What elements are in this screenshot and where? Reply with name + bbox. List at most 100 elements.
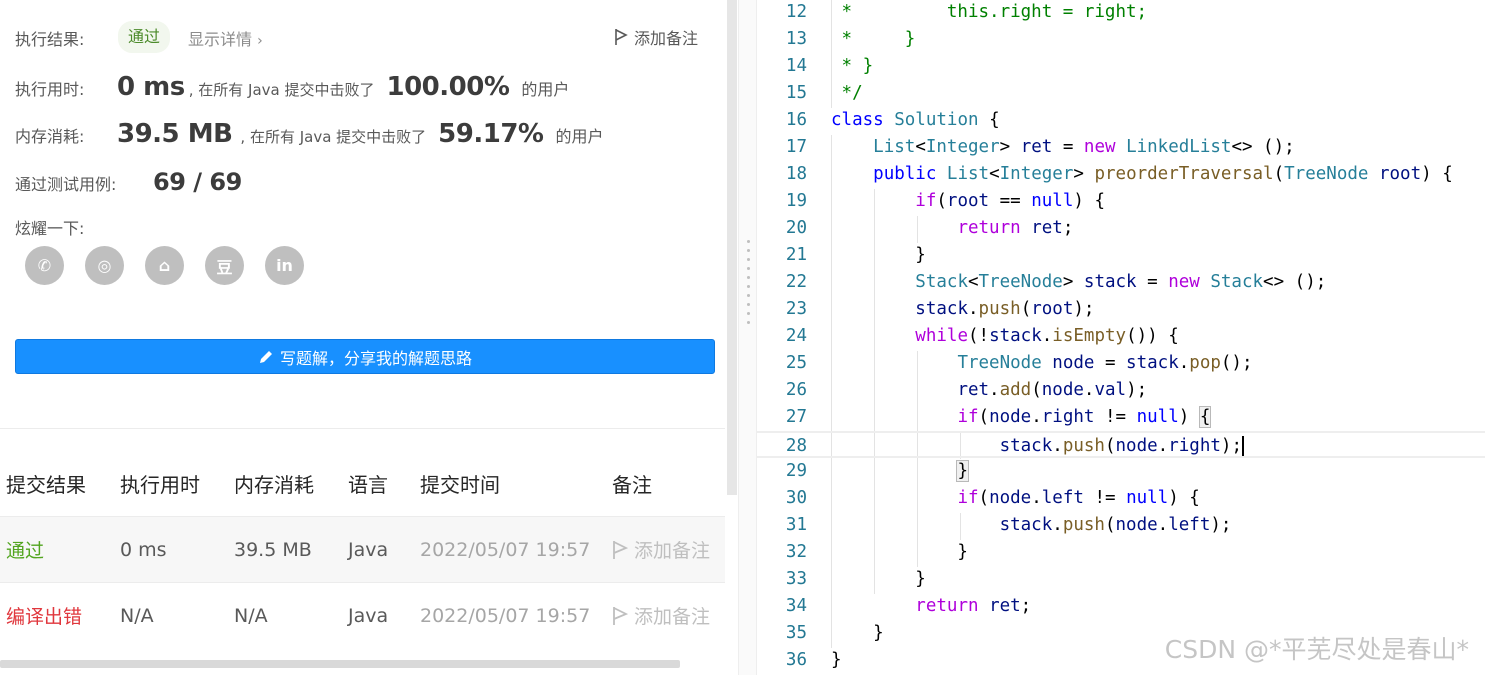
watermark: CSDN @*平芜尽处是春山* xyxy=(1164,635,1469,664)
line-number: 28 xyxy=(785,436,807,456)
row-language: Java xyxy=(348,538,389,561)
line-number: 31 xyxy=(785,515,807,535)
line-text: } xyxy=(831,623,884,643)
row-runtime: N/A xyxy=(120,604,154,627)
table-row[interactable]: 编译出错 N/A N/A Java 2022/05/07 19:57 添加备注 xyxy=(0,582,725,648)
code-line: 13 * } xyxy=(757,26,1485,53)
flag-icon xyxy=(613,606,628,625)
linkedin-icon[interactable]: in xyxy=(265,246,304,285)
douban-icon[interactable]: 豆 xyxy=(205,246,244,285)
header-language: 语言 xyxy=(348,472,388,497)
line-text: } xyxy=(831,650,842,670)
row-status-link[interactable]: 通过 xyxy=(6,517,44,582)
line-text: * this.right = right; xyxy=(831,2,1148,22)
line-text: public List<Integer> preorderTraversal(T… xyxy=(873,164,1453,184)
runtime-desc: , 在所有 Java 提交中击败了 xyxy=(188,81,375,99)
share-buttons: ✆ ◎ ⌂ 豆 in xyxy=(25,246,304,285)
table-row[interactable]: 通过 0 ms 39.5 MB Java 2022/05/07 19:57 添加… xyxy=(0,516,725,582)
code-line: 14 * } xyxy=(757,53,1485,80)
line-number: 13 xyxy=(785,29,807,49)
line-number: 29 xyxy=(785,461,807,481)
line-text: class Solution { xyxy=(831,110,1000,130)
header-submit-time: 提交时间 xyxy=(420,472,500,497)
row-add-note-label: 添加备注 xyxy=(634,606,711,628)
line-number: 24 xyxy=(785,326,807,346)
line-number: 22 xyxy=(785,272,807,292)
code-line: 29 } xyxy=(757,458,1485,485)
share-row-label: 炫耀一下: xyxy=(15,215,84,239)
line-text: * } xyxy=(831,29,916,49)
line-text: return ret; xyxy=(915,596,1032,616)
runtime-percentile: 100.00% xyxy=(386,72,510,102)
code-line: 19 if(root == null) { xyxy=(757,188,1485,215)
code-line: 15 */ xyxy=(757,80,1485,107)
line-number: 20 xyxy=(785,218,807,238)
show-details-label: 显示详情 xyxy=(188,30,253,49)
panel-splitter[interactable] xyxy=(738,0,757,675)
line-text: TreeNode node = stack.pop(); xyxy=(957,353,1253,373)
line-number: 15 xyxy=(785,83,807,103)
code-editor[interactable]: 12 * this.right = right; 13 * } 14 * } 1… xyxy=(757,0,1485,675)
horizontal-scrollbar[interactable] xyxy=(0,660,680,668)
weibo-icon[interactable]: ◎ xyxy=(85,246,124,285)
code-line: 25 TreeNode node = stack.pop(); xyxy=(757,350,1485,377)
wechat-icon[interactable]: ✆ xyxy=(25,246,64,285)
line-number: 34 xyxy=(785,596,807,616)
row-submit-time: 2022/05/07 19:57 xyxy=(420,538,591,561)
submissions-table: 提交结果 执行用时 内存消耗 语言 提交时间 备注 通过 0 ms 39.5 M… xyxy=(0,450,725,648)
line-text: } xyxy=(831,542,968,562)
memory-row: 内存消耗: 39.5 MB , 在所有 Java 提交中击败了 59.17% 的… xyxy=(15,119,603,149)
header-runtime: 执行用时 xyxy=(120,472,200,497)
header-memory: 内存消耗 xyxy=(234,472,314,497)
line-number: 19 xyxy=(785,191,807,211)
line-number: 32 xyxy=(785,542,807,562)
code-line: 24 while(!stack.isEmpty()) { xyxy=(757,323,1485,350)
share-label: 炫耀一下: xyxy=(15,219,85,238)
line-text: stack.push(root); xyxy=(915,299,1095,319)
write-solution-label: 写题解，分享我的解题思路 xyxy=(279,348,472,368)
qq-icon[interactable]: ⌂ xyxy=(145,246,184,285)
pencil-icon xyxy=(259,350,272,363)
line-text: return ret; xyxy=(957,218,1074,238)
status-badge: 通过 xyxy=(118,21,171,53)
row-status-link[interactable]: 编译出错 xyxy=(6,583,82,648)
row-add-note-label: 添加备注 xyxy=(634,540,711,562)
write-solution-button[interactable]: 写题解，分享我的解题思路 xyxy=(15,339,715,374)
line-number: 21 xyxy=(785,245,807,265)
line-number: 27 xyxy=(785,407,807,427)
show-details-link[interactable]: 显示详情 › xyxy=(188,26,263,50)
row-add-note-button[interactable]: 添加备注 xyxy=(612,517,710,582)
line-number: 14 xyxy=(785,56,807,76)
code-line: 12 * this.right = right; xyxy=(757,0,1485,26)
add-note-button[interactable]: 添加备注 xyxy=(614,25,698,49)
line-number: 36 xyxy=(785,650,807,670)
row-memory: N/A xyxy=(234,604,268,627)
line-number: 25 xyxy=(785,353,807,373)
memory-tail: 的用户 xyxy=(555,127,604,146)
status-row: 执行结果: xyxy=(15,26,84,50)
row-memory: 39.5 MB xyxy=(234,538,312,561)
code-line: 26 ret.add(node.val); xyxy=(757,377,1485,404)
runtime-tail: 的用户 xyxy=(521,80,570,99)
code-line: 20 return ret; xyxy=(757,215,1485,242)
row-language: Java xyxy=(348,604,389,627)
chevron-right-icon: › xyxy=(257,33,263,49)
line-number: 30 xyxy=(785,488,807,508)
line-text: * } xyxy=(831,56,874,76)
memory-label: 内存消耗: xyxy=(15,127,85,146)
line-text: if(root == null) { xyxy=(915,191,1105,211)
line-text: ret.add(node.val); xyxy=(957,380,1148,400)
add-note-label: 添加备注 xyxy=(633,29,698,48)
row-add-note-button[interactable]: 添加备注 xyxy=(612,583,710,648)
code-line: 30 if(node.left != null) { xyxy=(757,485,1485,512)
memory-percentile: 59.17% xyxy=(438,119,544,149)
vertical-scrollbar[interactable] xyxy=(727,0,737,495)
tests-row: 通过测试用例: 69 / 69 xyxy=(15,168,242,196)
line-number: 26 xyxy=(785,380,807,400)
line-text: stack.push(node.right); xyxy=(999,436,1244,456)
line-text: } xyxy=(831,245,926,265)
code-line-current: 28 stack.push(node.right); xyxy=(757,431,1485,458)
submission-result-panel: 执行结果: 通过 显示详情 › 添加备注 执行用时: 0 ms , 在所有 Ja… xyxy=(0,0,738,675)
code-line: 27 if(node.right != null) { xyxy=(757,404,1485,431)
line-text: */ xyxy=(831,83,863,103)
